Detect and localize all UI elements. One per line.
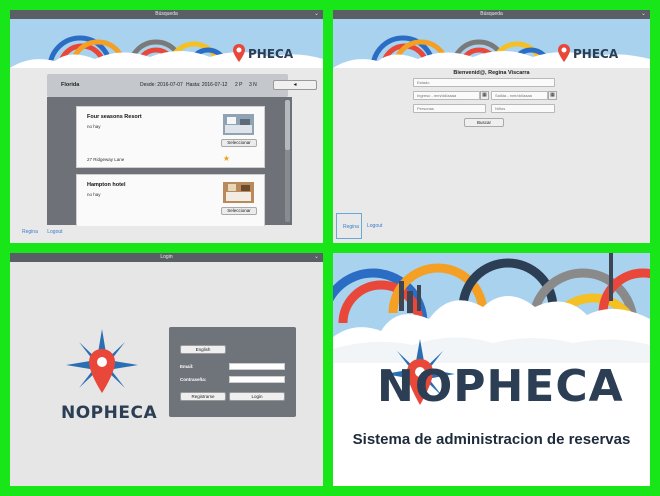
welcome-message: Bienvenid@, Regina Viscarra [453,70,530,76]
brand-name: NOPHECA [61,403,158,423]
login-form: English Email: Contraseña: Registrarse L… [169,327,296,417]
window-title: Login [160,254,173,260]
svg-text:PHECA: PHECA [573,47,619,61]
hotel-description: no hay [87,192,101,197]
tagline: Sistema de administracion de reservas [352,431,631,448]
password-label: Contraseña: [180,377,207,382]
calendar-icon[interactable]: ▦ [480,91,489,100]
search-date-to: Hasta: 2016-07-12 [186,82,228,88]
svg-text:PHECA: PHECA [248,47,294,61]
window-titlebar[interactable]: Búsqueda ⌄ [10,10,323,19]
checkin-date-field[interactable] [413,91,480,100]
scrollbar-thumb[interactable] [285,100,290,150]
logout-link[interactable]: Logout [47,229,62,235]
email-field[interactable] [229,363,285,370]
window-title: Búsqueda [480,11,503,17]
select-hotel-button[interactable]: Seleccionar [221,139,257,147]
chevron-down-icon[interactable]: ⌄ [641,10,646,19]
hotel-photo [223,114,254,135]
nopheca-logo: PHECA [233,44,294,62]
compass-pin-logo [66,329,138,393]
header-banner: PHECA [333,19,650,68]
results-scrollbar[interactable] [285,100,290,222]
chevron-down-icon[interactable]: ⌄ [314,10,319,19]
nights-field[interactable] [491,104,555,113]
people-field[interactable] [413,104,486,113]
register-button[interactable]: Registrarse [180,392,226,401]
search-form-window: Búsqueda ⌄ PHECA Bienvenid@, Regina Visc… [333,10,650,243]
window-title: Búsqueda [155,11,178,17]
password-field[interactable] [229,376,285,383]
user-link[interactable]: Regina [22,229,38,235]
hotel-name: Four seasons Resort [87,114,142,120]
search-nights: 3 N [249,82,257,88]
login-button[interactable]: Login [229,392,285,401]
checkout-date-field[interactable] [491,91,548,100]
search-date-from: Desde: 2016-07-07 [140,82,183,88]
search-people: 2 P [235,82,243,88]
select-hotel-button[interactable]: Seleccionar [221,207,257,215]
hotel-card: Hampton hotel no hay Seleccionar [76,174,265,226]
star-icon[interactable]: ★ [223,154,230,163]
search-summary-bar: Florida Desde: 2016-07-07 Hasta: 2016-07… [47,74,317,97]
splash-illustration [333,253,650,363]
state-field[interactable] [413,78,555,87]
hotel-photo [223,182,254,203]
hotel-address: 27 Ridgeway Lane [87,157,125,162]
splash-panel: NOPHECA Sistema de administracion de res… [333,253,650,486]
search-results-window: Búsqueda ⌄ PHECA Florida Desde: 2016-07-… [10,10,323,243]
nopheca-logo: PHECA [558,44,619,62]
window-titlebar[interactable]: Login ⌄ [10,253,323,262]
search-button[interactable]: Buscar [464,118,504,127]
hotel-description: no hay [87,124,101,129]
calendar-icon[interactable]: ▦ [548,91,557,100]
brand-name: NOPHECA [377,361,624,412]
back-button[interactable]: ◂ [273,80,317,90]
hotel-name: Hampton hotel [87,182,126,188]
user-link[interactable]: Regina [336,213,362,239]
login-window: Login ⌄ NOPHECA English Email: Contraseñ… [10,253,323,486]
email-label: Email: [180,364,194,369]
logout-link[interactable]: Logout [367,223,382,229]
language-button[interactable]: English [180,345,226,354]
window-titlebar[interactable]: Búsqueda ⌄ [333,10,650,19]
search-location: Florida [61,82,80,88]
chevron-down-icon[interactable]: ⌄ [314,253,319,262]
hotel-card: Four seasons Resort no hay 27 Ridgeway L… [76,106,265,168]
header-banner: PHECA [10,19,323,68]
footer-links: Regina Logout [22,229,71,235]
